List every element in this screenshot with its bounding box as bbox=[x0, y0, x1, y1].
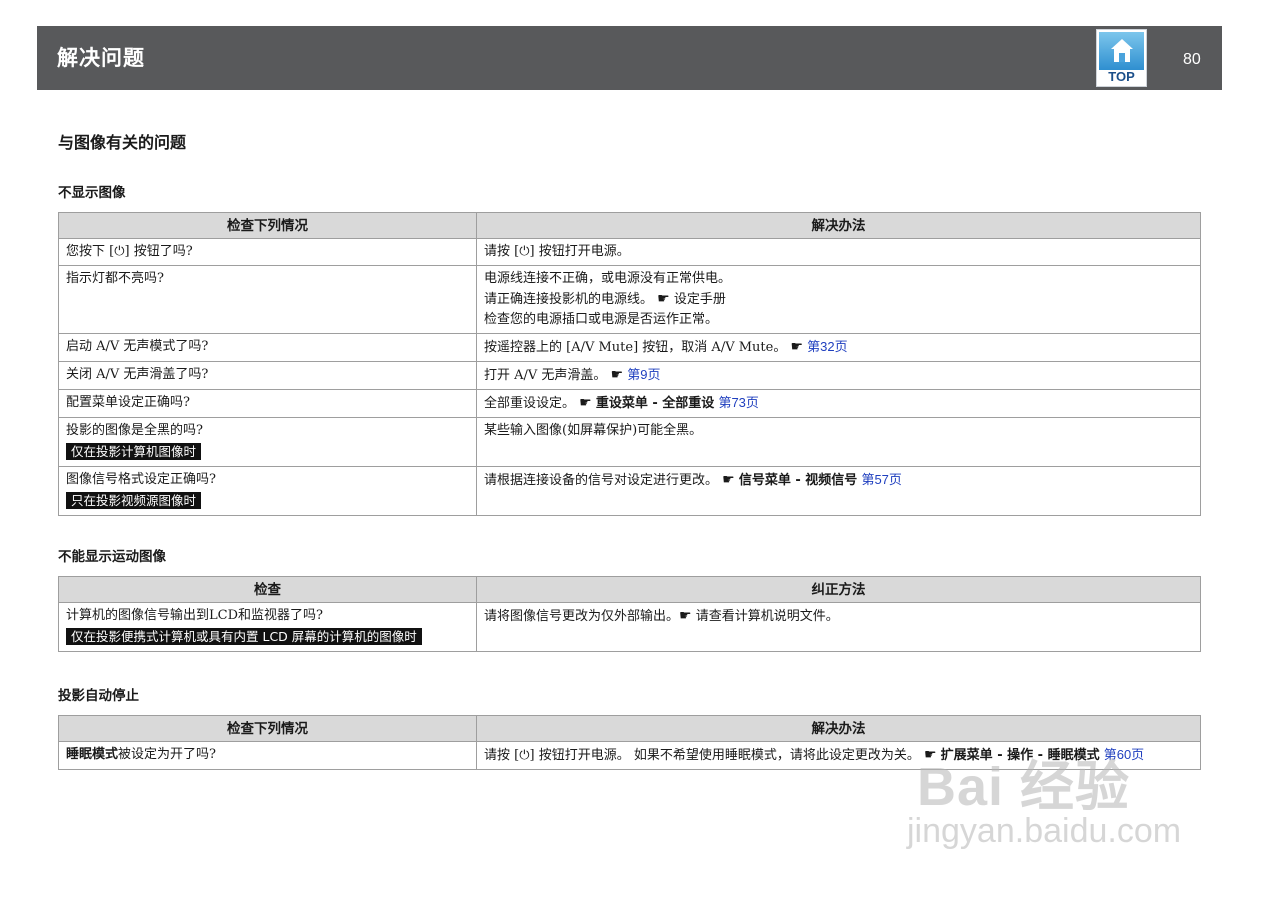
pointing-hand-icon: ☛ bbox=[657, 291, 670, 307]
menu-reference: 扩展菜单 - 操作 - 睡眠模式 bbox=[940, 748, 1100, 763]
fix-cell: 请将图像信号更改为仅外部输出。☛ 请查看计算机说明文件。 bbox=[476, 602, 1201, 652]
fix-text-after: 请查看计算机说明文件。 bbox=[695, 609, 839, 624]
check-cell: 图像信号格式设定正确吗? 只在投影视频源图像时 bbox=[58, 466, 477, 516]
fix-cell: 全部重设设定。 ☛ 重设菜单 - 全部重设 第73页 bbox=[476, 389, 1201, 418]
column-header-fix: 解决办法 bbox=[476, 212, 1201, 239]
fix-text: 请根据连接设备的信号对设定进行更改。 bbox=[484, 473, 719, 488]
table-row: 投影的图像是全黑的吗? 仅在投影计算机图像时 某些输入图像(如屏幕保护)可能全黑… bbox=[58, 417, 1201, 467]
table-row: 启动 A/V 无声模式了吗? 按遥控器上的 [A/V Mute] 按钮，取消 A… bbox=[58, 333, 1201, 362]
subsection-title-auto-stop: 投影自动停止 bbox=[58, 688, 139, 704]
check-text: 投影的图像是全黑的吗? bbox=[66, 423, 203, 438]
table-row: 图像信号格式设定正确吗? 只在投影视频源图像时 请根据连接设备的信号对设定进行更… bbox=[58, 466, 1201, 516]
check-cell: 关闭 A/V 无声滑盖了吗? bbox=[58, 361, 477, 390]
fix-text: 请将图像信号更改为仅外部输出。 bbox=[484, 609, 680, 624]
table-header-row: 检查下列情况 解决办法 bbox=[58, 212, 1201, 239]
pointing-hand-icon: ☛ bbox=[679, 608, 692, 624]
fix-line: 请正确连接投影机的电源线。 ☛ 设定手册 bbox=[484, 289, 1193, 310]
fix-cell: 某些输入图像(如屏幕保护)可能全黑。 bbox=[476, 417, 1201, 467]
page-link[interactable]: 第32页 bbox=[807, 339, 847, 354]
page-header: 解决问题 TOP 80 bbox=[37, 26, 1222, 90]
fix-cell: 按遥控器上的 [A/V Mute] 按钮，取消 A/V Mute。 ☛ 第32页 bbox=[476, 333, 1201, 362]
page-link[interactable]: 第60页 bbox=[1104, 747, 1144, 762]
condition-tag: 仅在投影计算机图像时 bbox=[66, 443, 202, 460]
condition-tag: 仅在投影便携式计算机或具有内置 LCD 屏幕的计算机的图像时 bbox=[66, 628, 422, 645]
page-link[interactable]: 第9页 bbox=[627, 367, 660, 382]
subsection-title-no-image: 不显示图像 bbox=[58, 185, 126, 201]
table-header-row: 检查 纠正方法 bbox=[58, 576, 1201, 603]
page-number: 80 bbox=[1183, 51, 1201, 68]
check-cell: 指示灯都不亮吗? bbox=[58, 265, 477, 334]
house-shape bbox=[1114, 49, 1130, 62]
column-header-check: 检查下列情况 bbox=[58, 212, 477, 239]
page-link[interactable]: 第73页 bbox=[718, 395, 758, 410]
table-row: 关闭 A/V 无声滑盖了吗? 打开 A/V 无声滑盖。 ☛ 第9页 bbox=[58, 361, 1201, 390]
pointing-hand-icon: ☛ bbox=[722, 472, 735, 488]
check-text: 被设定为开了吗? bbox=[118, 747, 216, 762]
fix-text: 全部重设设定。 bbox=[484, 396, 576, 411]
fix-cell: 请根据连接设备的信号对设定进行更改。 ☛ 信号菜单 - 视频信号 第57页 bbox=[476, 466, 1201, 516]
auto-stop-table: 检查下列情况 解决办法 睡眠模式被设定为开了吗? 请按 [⏻] 按钮打开电源。 … bbox=[58, 715, 1201, 770]
pointing-hand-icon: ☛ bbox=[790, 339, 804, 355]
table-row: 配置菜单设定正确吗? 全部重设设定。 ☛ 重设菜单 - 全部重设 第73页 bbox=[58, 389, 1201, 418]
column-header-fix: 纠正方法 bbox=[476, 576, 1201, 603]
fix-text: 按遥控器上的 [A/V Mute] 按钮，取消 A/V Mute。 bbox=[484, 340, 787, 355]
table-row: 指示灯都不亮吗? 电源线连接不正确，或电源没有正常供电。 请正确连接投影机的电源… bbox=[58, 265, 1201, 334]
menu-reference: 信号菜单 - 视频信号 bbox=[738, 473, 858, 488]
check-cell: 计算机的图像信号输出到LCD和监视器了吗? 仅在投影便携式计算机或具有内置 LC… bbox=[58, 602, 477, 652]
watermark-site: jingyan.baidu.com bbox=[907, 812, 1182, 850]
no-image-table: 检查下列情况 解决办法 您按下 [⏻] 按钮了吗? 请按 [⏻] 按钮打开电源。… bbox=[58, 212, 1201, 516]
check-cell: 您按下 [⏻] 按钮了吗? bbox=[58, 238, 477, 266]
check-cell: 启动 A/V 无声模式了吗? bbox=[58, 333, 477, 362]
subsection-title-no-motion: 不能显示运动图像 bbox=[58, 549, 166, 565]
fix-text: 打开 A/V 无声滑盖。 bbox=[484, 368, 607, 383]
top-home-icon[interactable]: TOP bbox=[1096, 29, 1147, 87]
check-cell: 配置菜单设定正确吗? bbox=[58, 389, 477, 418]
column-header-fix: 解决办法 bbox=[476, 715, 1201, 742]
section-title: 与图像有关的问题 bbox=[58, 133, 187, 152]
check-cell: 睡眠模式被设定为开了吗? bbox=[58, 741, 477, 770]
fix-text: 请按 [⏻] 按钮打开电源。 如果不希望使用睡眠模式，请将此设定更改为关。 bbox=[484, 748, 920, 763]
fix-line: 检查您的电源插口或电源是否运作正常。 bbox=[484, 312, 719, 327]
column-header-check: 检查下列情况 bbox=[58, 715, 477, 742]
fix-cell: 请按 [⏻] 按钮打开电源。 bbox=[476, 238, 1201, 266]
fix-line: 电源线连接不正确，或电源没有正常供电。 bbox=[484, 271, 732, 286]
check-text: 计算机的图像信号输出到LCD和监视器了吗? bbox=[66, 608, 323, 623]
fix-cell: 电源线连接不正确，或电源没有正常供电。 请正确连接投影机的电源线。 ☛ 设定手册… bbox=[476, 265, 1201, 334]
table-header-row: 检查下列情况 解决办法 bbox=[58, 715, 1201, 742]
house-roof-shape bbox=[1111, 39, 1133, 49]
page-title: 解决问题 bbox=[57, 46, 145, 70]
table-row: 睡眠模式被设定为开了吗? 请按 [⏻] 按钮打开电源。 如果不希望使用睡眠模式，… bbox=[58, 741, 1201, 770]
check-text: 图像信号格式设定正确吗? bbox=[66, 472, 216, 487]
top-label: TOP bbox=[1108, 69, 1135, 84]
no-motion-table: 检查 纠正方法 计算机的图像信号输出到LCD和监视器了吗? 仅在投影便携式计算机… bbox=[58, 576, 1201, 652]
table-row: 您按下 [⏻] 按钮了吗? 请按 [⏻] 按钮打开电源。 bbox=[58, 238, 1201, 266]
check-cell: 投影的图像是全黑的吗? 仅在投影计算机图像时 bbox=[58, 417, 477, 467]
table-row: 计算机的图像信号输出到LCD和监视器了吗? 仅在投影便携式计算机或具有内置 LC… bbox=[58, 602, 1201, 652]
pointing-hand-icon: ☛ bbox=[579, 395, 592, 411]
pointing-hand-icon: ☛ bbox=[923, 747, 937, 763]
menu-reference: 重设菜单 - 全部重设 bbox=[595, 396, 715, 411]
fix-cell: 请按 [⏻] 按钮打开电源。 如果不希望使用睡眠模式，请将此设定更改为关。 ☛ … bbox=[476, 741, 1201, 770]
fix-text: 请正确连接投影机的电源线。 bbox=[484, 292, 654, 307]
manual-reference: 设定手册 bbox=[673, 292, 726, 307]
fix-cell: 打开 A/V 无声滑盖。 ☛ 第9页 bbox=[476, 361, 1201, 390]
column-header-check: 检查 bbox=[58, 576, 477, 603]
condition-tag: 只在投影视频源图像时 bbox=[66, 492, 202, 509]
pointing-hand-icon: ☛ bbox=[610, 367, 624, 383]
sleep-mode-term: 睡眠模式 bbox=[66, 747, 119, 762]
page-link[interactable]: 第57页 bbox=[861, 472, 901, 487]
